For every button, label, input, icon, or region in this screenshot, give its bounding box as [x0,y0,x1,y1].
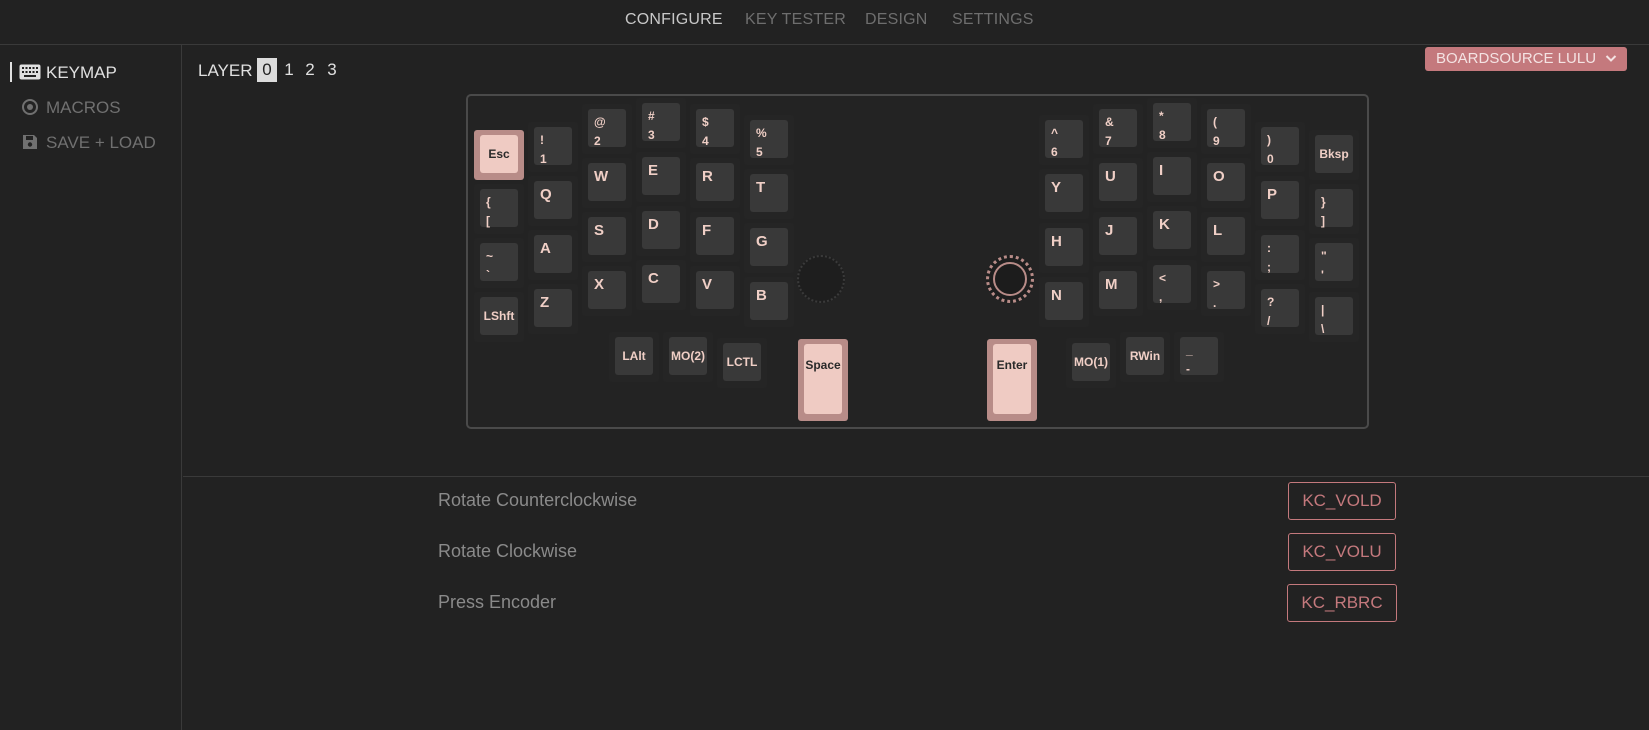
key-t[interactable]: T [744,169,794,219]
key-0[interactable]: ) 0 [1255,122,1305,172]
key-r[interactable]: R [690,158,740,208]
layer-1-button[interactable]: 1 [279,58,299,82]
key-l[interactable]: L [1201,212,1251,262]
key-scln[interactable]: : ; [1255,230,1305,280]
key-v[interactable]: V [690,266,740,316]
key-e[interactable]: E [636,152,686,202]
chevron-down-icon [1605,47,1617,79]
key-rwin[interactable]: RWin [1120,332,1170,382]
key-u[interactable]: U [1093,158,1143,208]
key-4[interactable]: $ 4 [690,104,740,154]
keyboard-layout: Esc ! 1 @ 2 # 3 $ 4 % 5 { [ Q W E R T ~ … [466,94,1369,429]
key-mo1[interactable]: MO(1) [1066,338,1116,388]
key-9[interactable]: ( 9 [1201,104,1251,154]
encoder-row-press: Press Encoder KC_RBRC [438,584,1408,624]
section-divider [183,476,1649,477]
key-lshft[interactable]: LShft [474,292,524,342]
keyboard-select-value: BOARDSOURCE LULU [1436,50,1597,67]
left-encoder-knob[interactable] [797,255,845,303]
encoder-keycode-button[interactable]: KC_RBRC [1287,584,1397,622]
key-f[interactable]: F [690,212,740,262]
key-a[interactable]: A [528,230,578,280]
key-g[interactable]: G [744,223,794,273]
key-o[interactable]: O [1201,158,1251,208]
sidebar-item-keymap[interactable]: KEYMAP [0,57,182,87]
key-p[interactable]: P [1255,176,1305,226]
top-nav: CONFIGURE KEY TESTER DESIGN SETTINGS [0,0,1649,45]
key-comm[interactable]: < , [1147,260,1197,310]
key-slsh[interactable]: ? / [1255,284,1305,334]
layer-0-button[interactable]: 0 [257,58,277,82]
layer-2-button[interactable]: 2 [300,58,320,82]
keyboard-icon [18,63,42,81]
encoder-row-cw: Rotate Clockwise KC_VOLU [438,533,1408,573]
key-x[interactable]: X [582,266,632,316]
layer-label: LAYER [198,61,253,80]
layer-3-button[interactable]: 3 [322,58,342,82]
key-1[interactable]: ! 1 [528,122,578,172]
floppy-disk-icon [18,133,42,151]
key-h[interactable]: H [1039,223,1089,273]
key-5[interactable]: % 5 [744,115,794,165]
key-b[interactable]: B [744,277,794,327]
tab-configure[interactable]: CONFIGURE [625,11,723,29]
key-k[interactable]: K [1147,206,1197,256]
key-enter[interactable]: Enter [987,339,1037,421]
key-2[interactable]: @ 2 [582,104,632,154]
sidebar-item-label: SAVE + LOAD [46,133,156,152]
key-8[interactable]: * 8 [1147,98,1197,148]
key-m[interactable]: M [1093,266,1143,316]
key-j[interactable]: J [1093,212,1143,262]
key-lalt[interactable]: LAlt [609,332,659,382]
sidebar-item-save-load[interactable]: SAVE + LOAD [0,127,182,157]
key-space[interactable]: Space [798,339,848,421]
key-n[interactable]: N [1039,277,1089,327]
keyboard-select-dropdown[interactable]: BOARDSOURCE LULU [1425,47,1627,71]
right-encoder-knob[interactable] [986,255,1034,303]
key-s[interactable]: S [582,212,632,262]
encoder-label: Rotate Clockwise [438,541,578,561]
key-7[interactable]: & 7 [1093,104,1143,154]
key-c[interactable]: C [636,260,686,310]
key-grv[interactable]: ~ ` [474,238,524,288]
key-rbrc[interactable]: } ] [1309,184,1359,234]
key-dot[interactable]: > . [1201,266,1251,316]
active-indicator [10,62,12,82]
key-z[interactable]: Z [528,284,578,334]
key-bksp[interactable]: Bksp [1309,130,1359,180]
key-quot[interactable]: " ' [1309,238,1359,288]
sidebar-item-macros[interactable]: MACROS [0,92,182,122]
key-d[interactable]: D [636,206,686,256]
encoder-label: Press Encoder [438,592,557,612]
encoder-row-ccw: Rotate Counterclockwise KC_VOLD [438,482,1408,522]
sidebar-item-label: MACROS [46,98,121,117]
encoder-keycode-button[interactable]: KC_VOLU [1288,533,1396,571]
key-bsls[interactable]: | \ [1309,292,1359,342]
key-w[interactable]: W [582,158,632,208]
encoder-label: Rotate Counterclockwise [438,490,638,510]
key-mo2[interactable]: MO(2) [663,332,713,382]
record-icon [18,98,42,116]
key-lctl[interactable]: LCTL [717,338,767,388]
key-3[interactable]: # 3 [636,98,686,148]
encoder-keycode-button[interactable]: KC_VOLD [1288,482,1396,520]
key-i[interactable]: I [1147,152,1197,202]
key-y[interactable]: Y [1039,169,1089,219]
key-lbrc[interactable]: { [ [474,184,524,234]
key-q[interactable]: Q [528,176,578,226]
sidebar-item-label: KEYMAP [46,63,117,82]
key-6[interactable]: ^ 6 [1039,115,1089,165]
sidebar: KEYMAP MACROS SAVE + LOAD [0,45,182,730]
tab-key-tester[interactable]: KEY TESTER [745,11,846,29]
key-mins[interactable]: _ - [1174,332,1224,382]
tab-settings[interactable]: SETTINGS [952,11,1034,29]
key-esc[interactable]: Esc [474,130,524,180]
tab-design[interactable]: DESIGN [865,11,928,29]
